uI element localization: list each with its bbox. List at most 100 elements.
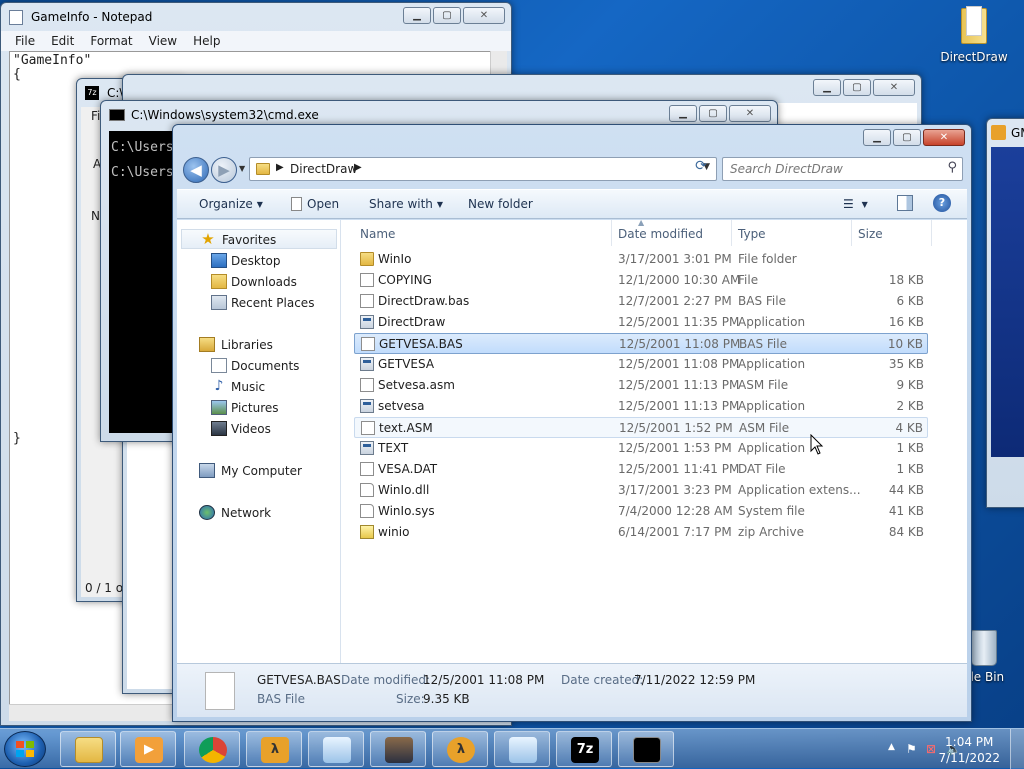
nav-network[interactable]: Network: [177, 503, 337, 523]
maximize-button[interactable]: ▢: [893, 129, 921, 146]
column-name[interactable]: N: [91, 209, 100, 223]
close-button[interactable]: ✕: [729, 105, 771, 122]
file-row[interactable]: VESA.DAT 12/5/2001 11:41 PM DAT File 1 KB: [354, 459, 928, 480]
forward-button[interactable]: ▶: [211, 157, 237, 183]
search-icon[interactable]: ⚲: [947, 160, 957, 175]
file-name: Setvesa.asm: [378, 378, 455, 392]
details-modified-value: 12/5/2001 11:08 PM: [423, 673, 545, 687]
file-row[interactable]: text.ASM 12/5/2001 1:52 PM ASM File 4 KB: [354, 417, 928, 438]
nav-downloads[interactable]: Downloads: [177, 272, 337, 292]
file-icon: [361, 421, 375, 435]
breadcrumb-separator-icon[interactable]: ▶: [276, 162, 284, 173]
clock[interactable]: 1:04 PM 7/11/2022: [938, 734, 1000, 766]
new-folder-button[interactable]: New folder: [468, 197, 533, 211]
file-row[interactable]: DirectDraw.bas 12/7/2001 2:27 PM BAS File 6…: [354, 291, 928, 312]
file-row[interactable]: TEXT 12/5/2001 1:53 PM Application 1 KB: [354, 438, 928, 459]
show-hidden-icons-icon[interactable]: ▲: [888, 742, 895, 752]
menu-bar: File Edit Format View Help: [1, 31, 511, 51]
file-row[interactable]: WinIo.dll 3/17/2001 3:23 PM Application ex…: [354, 480, 928, 501]
navigation-pane: ★ Favorites Desktop Downloads Recent Pla…: [177, 220, 341, 663]
breadcrumb[interactable]: DirectDraw: [290, 162, 357, 176]
file-icon: [360, 378, 374, 392]
taskbar-7zip[interactable]: 7z: [556, 731, 612, 767]
refresh-icon[interactable]: ⟳: [689, 158, 713, 178]
recent-pages-dropdown[interactable]: ▼: [239, 164, 245, 173]
file-size: 1 KB: [896, 441, 924, 455]
taskbar-half-life-2[interactable]: λ: [246, 731, 302, 767]
close-button[interactable]: ✕: [873, 79, 915, 96]
file-size: 10 KB: [887, 337, 923, 351]
share-with-button[interactable]: Share with ▼: [369, 197, 443, 211]
minimize-button[interactable]: ▁: [813, 79, 841, 96]
nav-recent-places[interactable]: Recent Places: [177, 293, 337, 313]
minimize-button[interactable]: ▁: [669, 105, 697, 122]
minimize-button[interactable]: ▁: [403, 7, 431, 24]
file-row[interactable]: DirectDraw 12/5/2001 11:35 PM Application 1…: [354, 312, 928, 333]
file-list: Name ▲ Date modified Type Size WinIo 3/17…: [342, 218, 967, 663]
taskbar-chrome[interactable]: [184, 731, 240, 767]
taskbar-cmd[interactable]: [618, 731, 674, 767]
file-row[interactable]: WinIo.sys 7/4/2000 12:28 AM System file 41 …: [354, 501, 928, 522]
menu-file[interactable]: Fi: [91, 109, 100, 123]
taskbar-file-explorer[interactable]: [60, 731, 116, 767]
file-row[interactable]: WinIo 3/17/2001 3:01 PM File folder: [354, 249, 928, 270]
file-row[interactable]: GETVESA.BAS 12/5/2001 11:08 PM BAS File 10 …: [354, 333, 928, 354]
menu-view[interactable]: View: [141, 31, 185, 51]
taskbar-half-life[interactable]: λ: [432, 731, 488, 767]
network-status-icon[interactable]: ⊠: [926, 742, 936, 756]
menu-format[interactable]: Format: [82, 31, 140, 51]
maximize-button[interactable]: ▢: [433, 7, 461, 24]
column-header-type[interactable]: Type: [732, 220, 852, 246]
search-box[interactable]: Search DirectDraw ⚲: [722, 157, 963, 181]
breadcrumb-separator-icon[interactable]: ▶: [354, 162, 362, 173]
file-row[interactable]: GETVESA 12/5/2001 11:08 PM Application 35 K…: [354, 354, 928, 375]
file-row[interactable]: winio 6/14/2001 7:17 PM zip Archive 84 KB: [354, 522, 928, 543]
minimize-button[interactable]: ▁: [863, 129, 891, 146]
nav-documents[interactable]: Documents: [177, 356, 337, 376]
start-button[interactable]: [4, 731, 46, 767]
preview-pane-icon[interactable]: [897, 195, 913, 211]
nav-music[interactable]: ♪ Music: [177, 377, 337, 397]
libraries-icon: [199, 337, 215, 352]
half-life-icon: [991, 125, 1006, 140]
nav-pictures[interactable]: Pictures: [177, 398, 337, 418]
close-button[interactable]: ✕: [923, 129, 965, 146]
organize-button[interactable]: Organize ▼: [199, 197, 263, 211]
search-input[interactable]: Search DirectDraw: [730, 162, 843, 176]
system-file-icon: [360, 504, 374, 518]
column-header-name[interactable]: Name: [354, 220, 612, 246]
nav-desktop[interactable]: Desktop: [177, 251, 337, 271]
maximize-button[interactable]: ▢: [699, 105, 727, 122]
nav-videos[interactable]: Videos: [177, 419, 337, 439]
address-bar[interactable]: ▶ DirectDraw ▶ ▼: [249, 157, 717, 181]
taskbar-game[interactable]: [370, 731, 426, 767]
back-button[interactable]: ◀: [183, 157, 209, 183]
taskbar-notepad[interactable]: [308, 731, 364, 767]
explorer-window[interactable]: ▁ ▢ ✕ ◀ ▶ ▼ ▶ DirectDraw ▶ ▼ ⟳ Search Di…: [172, 124, 972, 722]
taskbar-media-player[interactable]: ▶: [120, 731, 176, 767]
open-button[interactable]: Open: [291, 197, 339, 211]
nav-my-computer[interactable]: My Computer: [177, 461, 337, 481]
menu-edit[interactable]: Edit: [43, 31, 82, 51]
action-center-icon[interactable]: ⚑: [906, 742, 917, 756]
menu-help[interactable]: Help: [185, 31, 228, 51]
nav-libraries[interactable]: Libraries: [177, 335, 337, 355]
taskbar-notepad-2[interactable]: [494, 731, 550, 767]
details-size-value: 9.35 KB: [423, 692, 470, 706]
help-icon[interactable]: ?: [933, 194, 951, 212]
close-button[interactable]: ✕: [463, 7, 505, 24]
file-icon: [361, 337, 375, 351]
column-header-date[interactable]: Date modified: [612, 220, 732, 246]
system-tray: ▲ ⚑ ⊠ 🔈 1:04 PM 7/11/2022: [844, 729, 1024, 769]
file-row[interactable]: COPYING 12/1/2000 10:30 AM File 18 KB: [354, 270, 928, 291]
column-header-size[interactable]: Size: [852, 220, 932, 246]
desktop-icon-directdraw[interactable]: DirectDraw: [934, 6, 1014, 64]
file-row[interactable]: setvesa 12/5/2001 11:13 PM Application 2 KB: [354, 396, 928, 417]
file-row[interactable]: Setvesa.asm 12/5/2001 11:13 PM ASM File 9 K…: [354, 375, 928, 396]
maximize-button[interactable]: ▢: [843, 79, 871, 96]
menu-file[interactable]: File: [7, 31, 43, 51]
nav-favorites[interactable]: ★ Favorites: [181, 229, 337, 249]
show-desktop-button[interactable]: [1010, 729, 1024, 769]
gm-window[interactable]: GM: [986, 118, 1024, 508]
view-options-icon[interactable]: ☰ ▼: [843, 197, 868, 211]
